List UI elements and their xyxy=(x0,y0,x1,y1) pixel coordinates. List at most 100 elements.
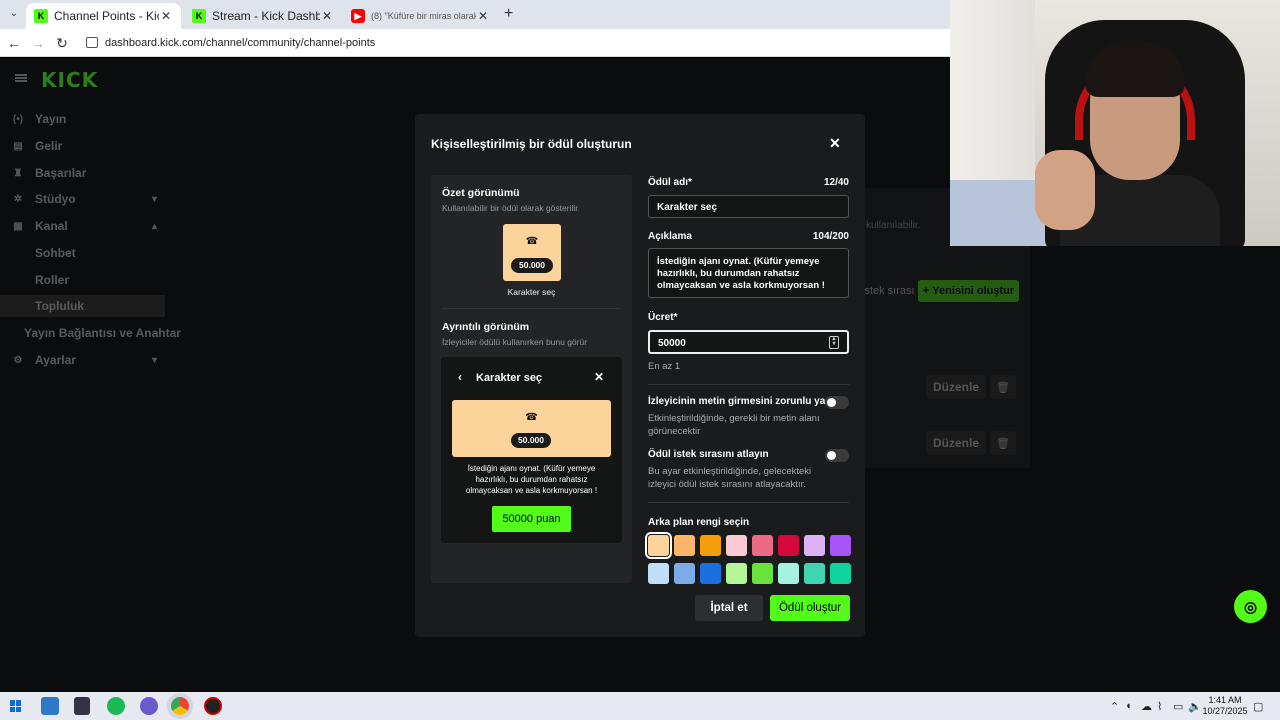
color-swatch[interactable] xyxy=(648,563,669,584)
divider xyxy=(442,308,620,309)
color-swatch[interactable] xyxy=(700,535,721,556)
forward-icon[interactable]: → xyxy=(30,35,46,51)
stepper-icon[interactable]: ▴ ▾ xyxy=(829,336,839,349)
chevron-down-icon: ▾ xyxy=(151,354,157,366)
color-swatch[interactable] xyxy=(674,535,695,556)
close-icon[interactable]: ✕ xyxy=(829,135,841,152)
notification-icon[interactable]: ▢ xyxy=(1253,700,1263,713)
detail-title: Karakter seç xyxy=(476,372,543,384)
sidebar-item-label: Topluluk xyxy=(35,299,85,313)
color-swatch[interactable] xyxy=(830,563,851,584)
detail-description: İstediğin ajanı oynat. (Küfür yemeye haz… xyxy=(465,464,598,495)
obs-icon[interactable] xyxy=(204,697,222,715)
description-textarea[interactable]: İstediğin ajanı oynat. (Küfür yemeye haz… xyxy=(648,248,849,298)
new-tab-button[interactable]: + xyxy=(504,5,513,23)
color-swatch[interactable] xyxy=(778,535,799,556)
modal-title: Kişiselleştirilmiş bir ödül oluşturun xyxy=(431,137,632,151)
sidebar-item-stream-key[interactable]: Yayın Bağlantısı ve Anahtar xyxy=(0,322,181,344)
sidebar-item-gelir[interactable]: ▤ Gelir xyxy=(0,135,165,157)
app-icon-tablet[interactable] xyxy=(74,697,90,715)
sidebar-item-label: Yayın xyxy=(35,112,67,126)
channel-icon: ▦ xyxy=(13,220,23,232)
kick-logo[interactable]: KICK xyxy=(41,68,98,92)
tab-youtube[interactable]: ▶ (8) "Küfüre bir miras olarak sah ✕ xyxy=(343,3,498,29)
network-icon[interactable]: ▭ xyxy=(1173,700,1183,713)
close-tab-icon[interactable]: ✕ xyxy=(159,9,173,23)
background-note: kullanılabilir. xyxy=(866,220,921,231)
color-swatch[interactable] xyxy=(830,535,851,556)
discord-icon[interactable] xyxy=(140,697,158,715)
headset-icon[interactable]: ◖ xyxy=(1125,700,1132,712)
tab-stream[interactable]: K Stream - Kick Dashboard ✕ xyxy=(184,3,342,29)
tab-title: Stream - Kick Dashboard xyxy=(212,9,320,23)
address-bar[interactable]: dashboard.kick.com/channel/community/cha… xyxy=(105,37,375,49)
summary-heading: Özet görünümü xyxy=(442,187,520,199)
name-label: Ödül adı* xyxy=(648,177,692,188)
sidebar-item-kanal[interactable]: ▦ Kanal ▴ xyxy=(0,215,165,237)
trash-icon[interactable]: 🗑 xyxy=(990,375,1016,399)
create-reward-modal: Kişiselleştirilmiş bir ödül oluşturun ✕ … xyxy=(415,114,865,637)
chevron-up-icon[interactable]: ⌃ xyxy=(1110,700,1119,713)
create-new-button[interactable]: + Yenisini oluştur xyxy=(918,280,1019,302)
divider xyxy=(648,502,849,503)
trash-icon[interactable]: 🗑 xyxy=(990,431,1016,455)
skip-queue-toggle[interactable] xyxy=(825,449,849,462)
color-swatch[interactable] xyxy=(726,563,747,584)
site-info-icon[interactable] xyxy=(86,37,98,48)
color-swatch[interactable] xyxy=(700,563,721,584)
color-swatch[interactable] xyxy=(645,532,672,559)
edit-button[interactable]: Düzenle xyxy=(926,431,986,455)
chrome-icon[interactable] xyxy=(171,697,189,715)
description-label: Açıklama xyxy=(648,231,692,242)
redeem-button: 50000 puan xyxy=(492,506,571,532)
back-icon[interactable]: ← xyxy=(6,35,22,51)
price-input[interactable]: 50000 ▴ ▾ xyxy=(648,330,849,354)
reward-name-input[interactable]: Karakter seç xyxy=(648,195,849,218)
close-tab-icon[interactable]: ✕ xyxy=(320,9,334,23)
sidebar-item-studyo[interactable]: ✲ Stüdyo ▾ xyxy=(0,188,165,210)
sidebar-item-roller[interactable]: Roller xyxy=(0,269,165,291)
color-swatch[interactable] xyxy=(752,563,773,584)
tray-app-icon[interactable]: ☁ xyxy=(1141,700,1152,713)
require-text-toggle[interactable] xyxy=(825,396,849,409)
reward-card-large: ☎ 50.000 xyxy=(452,400,611,457)
sidebar-item-basarilar[interactable]: ♜ Başarılar xyxy=(0,162,165,184)
wifi-icon[interactable]: ⌇ xyxy=(1157,700,1162,713)
detail-subtext: İzleyiciler ödülü kullanırken bunu görür xyxy=(442,337,588,347)
color-swatch[interactable] xyxy=(674,563,695,584)
edit-button[interactable]: Düzenle xyxy=(926,375,986,399)
price-label: Ücret* xyxy=(648,312,678,323)
windows-start-icon[interactable] xyxy=(10,700,22,712)
close-tab-icon[interactable]: ✕ xyxy=(476,9,490,23)
tab-title: (8) "Küfüre bir miras olarak sah xyxy=(371,11,476,21)
spotify-icon[interactable] xyxy=(107,697,125,715)
color-swatch[interactable] xyxy=(804,563,825,584)
sidebar-item-label: Kanal xyxy=(35,219,68,233)
kick-icon: K xyxy=(34,9,48,23)
color-swatch[interactable] xyxy=(778,563,799,584)
support-chat-button[interactable]: ◎ xyxy=(1234,590,1267,623)
tab-channel-points[interactable]: K Channel Points - Kick Dashboa ✕ xyxy=(26,3,181,29)
color-swatch[interactable] xyxy=(752,535,773,556)
require-text-label: İzleyicinin metin girmesini zorunlu yap xyxy=(648,396,832,407)
price-help: En az 1 xyxy=(648,361,681,372)
request-queue-link[interactable]: istek sırası xyxy=(862,285,915,297)
sidebar-item-yayin[interactable]: (•) Yayın xyxy=(0,108,165,130)
windows-taskbar: ⌃ ◖ ☁ ⌇ ▭ 🔈 1:41 AM 10/27/2025 ▢ xyxy=(0,692,1280,720)
cost-badge: 50.000 xyxy=(511,258,553,273)
kick-icon: K xyxy=(192,9,206,23)
color-swatch[interactable] xyxy=(726,535,747,556)
tab-search-chevron-icon[interactable]: ⌄ xyxy=(6,6,22,22)
summary-subtext: Kullanılabilir bir ödül olarak gösterili… xyxy=(442,203,579,213)
sidebar-item-topluluk[interactable]: Topluluk xyxy=(0,295,165,317)
color-swatch[interactable] xyxy=(804,535,825,556)
app-icon-cube[interactable] xyxy=(41,697,59,715)
reload-icon[interactable]: ↻ xyxy=(54,35,70,52)
cancel-button[interactable]: İptal et xyxy=(695,595,763,621)
sidebar-item-ayarlar[interactable]: ⚙ Ayarlar ▾ xyxy=(0,349,165,371)
menu-icon[interactable] xyxy=(15,74,27,82)
create-reward-button[interactable]: Ödül oluştur xyxy=(770,595,850,621)
skip-queue-description: Bu ayar etkinleştirildiğinde, gelecektek… xyxy=(648,466,812,490)
sidebar-item-sohbet[interactable]: Sohbet xyxy=(0,242,165,264)
taskbar-clock[interactable]: 1:41 AM 10/27/2025 xyxy=(1200,695,1250,717)
